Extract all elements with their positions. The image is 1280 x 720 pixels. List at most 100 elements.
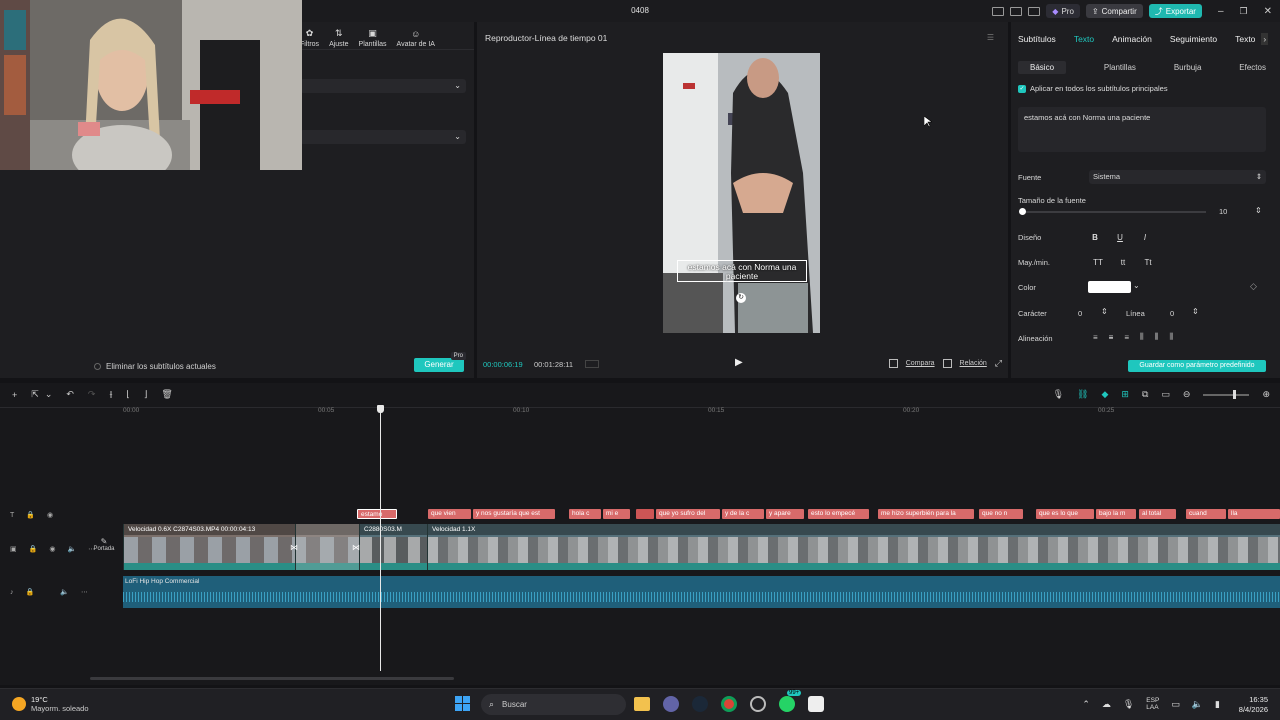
font-select[interactable]: Sistema ⇕ (1089, 170, 1266, 184)
transition-icon[interactable]: ⋈ (290, 543, 298, 552)
play-button[interactable]: ▶ (735, 357, 743, 368)
app-icon[interactable] (750, 696, 766, 712)
subtitle-clip[interactable]: y de la c (722, 509, 764, 519)
subtab-templates[interactable]: Plantillas (1104, 63, 1136, 72)
add-icon[interactable]: + (12, 390, 17, 400)
maximize-button[interactable]: ❐ (1240, 6, 1248, 17)
capcut-icon[interactable] (808, 696, 824, 712)
playhead[interactable] (377, 405, 384, 671)
fit-icon[interactable] (942, 359, 952, 368)
ai-avatar-tab[interactable]: ☺ Avatar de IA (397, 29, 435, 48)
ratio-button[interactable]: Relación (960, 360, 987, 367)
save-default-button[interactable]: Guardar como parámetro predefinido (1128, 360, 1266, 372)
split-icon[interactable]: ⫲ (109, 389, 112, 400)
search-box[interactable]: ⌕ Buscar (481, 694, 626, 715)
underline-icon[interactable]: U (1112, 230, 1128, 244)
transition-icon[interactable]: ⋈ (352, 543, 360, 552)
subtitle-clip[interactable]: y nos gustaría que est (473, 509, 555, 519)
zoom-out-icon[interactable]: ⊖ (1183, 389, 1191, 400)
keyframe-icon[interactable]: ◇ (1250, 281, 1257, 292)
layout-split-icon[interactable] (1010, 6, 1023, 16)
subtitle-clip[interactable]: y apare (766, 509, 804, 519)
chevron-right-icon[interactable]: › (1261, 33, 1269, 45)
captions-icon[interactable]: ▭ (1161, 389, 1170, 400)
rotate-icon[interactable]: ↻ (736, 293, 746, 303)
monitor-icon[interactable]: ▭ (1171, 699, 1180, 710)
preview-axis-icon[interactable]: ⧉ (1142, 389, 1148, 400)
stepper-icon[interactable]: ⇕ (1192, 307, 1199, 316)
line-value[interactable]: 0 (1170, 309, 1174, 318)
slider-handle[interactable] (1019, 208, 1026, 215)
microphone-icon[interactable]: 🎙 (1123, 699, 1134, 710)
subtab-effects[interactable]: Efectos (1239, 63, 1266, 72)
tab-animation[interactable]: Animación (1112, 34, 1152, 44)
network-icon[interactable]: ☁ (1102, 699, 1111, 710)
text-input[interactable]: estamos acá con Norma una paciente (1018, 107, 1266, 152)
layout-icon[interactable] (992, 6, 1005, 16)
subtab-bubble[interactable]: Burbuja (1174, 63, 1202, 72)
magnet-icon[interactable]: ◆ (1101, 389, 1108, 400)
align-middle-icon[interactable]: ⫼ (1155, 332, 1159, 342)
font-size-slider[interactable] (1019, 208, 1206, 215)
select-tool-icon[interactable]: ⇱ (31, 389, 39, 400)
fullscreen-icon[interactable]: ⤢ (995, 358, 1002, 369)
align-top-icon[interactable]: ⫼ (1140, 332, 1144, 342)
filters-tab[interactable]: ✿ Filtros (300, 28, 319, 48)
keyboard-icon[interactable] (1028, 6, 1041, 16)
chrome-icon[interactable] (721, 696, 737, 712)
option-dropdown-1[interactable]: ⌄ (300, 79, 466, 93)
microphone-icon[interactable]: 🎙 (1053, 389, 1064, 400)
checkbox-checked-icon[interactable]: ✓ (1018, 84, 1026, 93)
uppercase-icon[interactable]: TT (1090, 255, 1106, 269)
tab-text-more[interactable]: Texto (1235, 34, 1255, 44)
align-bottom-icon[interactable]: ⫼ (1169, 332, 1173, 342)
chevron-down-icon[interactable]: ⌄ (1133, 281, 1140, 290)
align-left-icon[interactable]: ≡ (1093, 333, 1098, 342)
templates-tab[interactable]: ▣ Plantillas (359, 28, 387, 48)
battery-icon[interactable]: ▮ (1215, 699, 1220, 710)
align-center-icon[interactable]: ≡ (1109, 333, 1114, 342)
stepper-icon[interactable]: ⇕ (1255, 206, 1262, 215)
share-button[interactable]: ⇪ Compartir (1085, 4, 1143, 18)
bold-icon[interactable]: B (1087, 230, 1103, 244)
eye-icon[interactable]: ◉ (49, 545, 55, 553)
whatsapp-icon[interactable]: 99+ (779, 690, 802, 712)
weather-widget[interactable]: 19°C Mayorm. soleado (12, 695, 89, 713)
menu-icon[interactable]: ☰ (987, 33, 994, 42)
zoom-in-icon[interactable]: ⊕ (1262, 389, 1270, 400)
tab-tracking[interactable]: Seguimiento (1170, 34, 1217, 44)
link-icon[interactable]: ⛓ (1077, 389, 1088, 400)
more-icon[interactable]: ⋯ (81, 588, 88, 596)
lock-icon[interactable]: 🔒 (29, 545, 38, 553)
trim-right-icon[interactable]: ⌋ (144, 389, 148, 400)
minimize-button[interactable]: – (1218, 6, 1224, 17)
caption-box[interactable]: estamos acá con Norma una paciente (677, 260, 807, 282)
trim-left-icon[interactable]: ⌊ (126, 389, 130, 400)
character-value[interactable]: 0 (1078, 309, 1082, 318)
stepper-icon[interactable]: ⇕ (1101, 307, 1108, 316)
steam-icon[interactable] (692, 696, 708, 712)
adjust-tab[interactable]: ⇅ Ajuste (329, 28, 348, 48)
teams-icon[interactable] (663, 696, 679, 712)
language-indicator[interactable]: ESP LAA (1146, 697, 1159, 711)
delete-icon[interactable]: 🗑 (161, 389, 172, 400)
redo-icon[interactable]: ↷ (88, 389, 96, 400)
compare-button[interactable]: Compara (906, 360, 935, 367)
snap-icon[interactable]: ⊞ (1121, 389, 1129, 400)
subtitle-clip[interactable]: que no n (979, 509, 1023, 519)
option-dropdown-2[interactable]: ⌄ (300, 130, 466, 144)
subtab-basic[interactable]: Básico (1018, 60, 1067, 74)
subtitle-clip[interactable]: cuand (1186, 509, 1226, 519)
volume-icon[interactable]: 🔈 (1192, 699, 1203, 710)
remove-subs-option[interactable]: Eliminar los subtítulos actuales (94, 362, 216, 371)
subtitle-clip[interactable]: me hizo superbién para la (878, 509, 974, 519)
subtitle-clip[interactable]: al total (1139, 509, 1176, 519)
generate-button[interactable]: Generar Pro (414, 352, 466, 372)
subtitle-clip[interactable]: lla (1228, 509, 1280, 519)
close-button[interactable]: ✕ (1264, 6, 1272, 17)
clock[interactable]: 16:35 8/4/2026 (1239, 695, 1268, 715)
subtitle-clip[interactable]: bajo la m (1096, 509, 1136, 519)
subtitle-clip[interactable]: que es lo que (1036, 509, 1094, 519)
lock-icon[interactable]: 🔒 (26, 588, 35, 596)
tab-subtitles[interactable]: Subtítulos (1018, 34, 1056, 44)
